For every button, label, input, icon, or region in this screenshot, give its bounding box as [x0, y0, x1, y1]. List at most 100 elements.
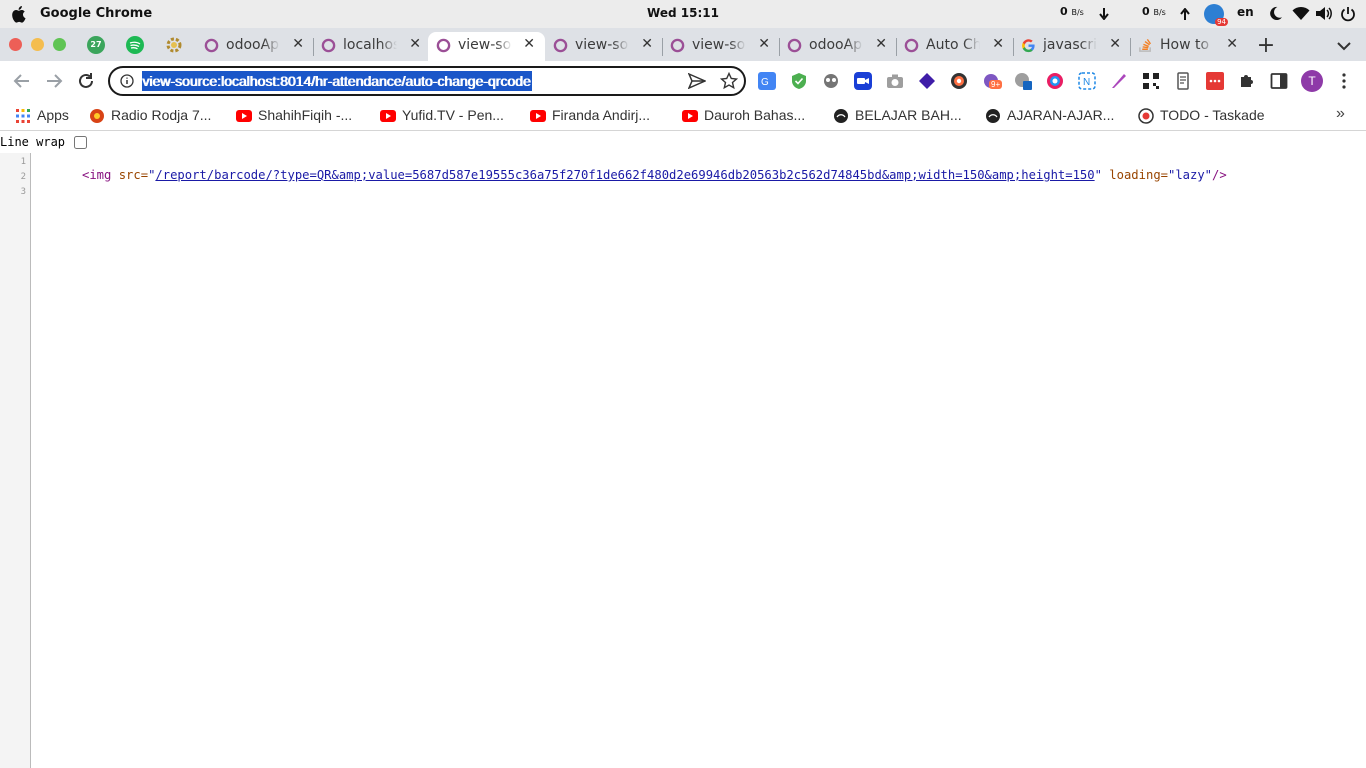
pen-icon[interactable]: [1110, 72, 1128, 90]
tab-7[interactable]: javascri ✕: [1013, 32, 1131, 61]
reload-icon[interactable]: [76, 71, 96, 91]
tag-open: <img: [82, 168, 112, 182]
attr-loading: loading=: [1109, 168, 1168, 182]
tab-5[interactable]: odooAp ✕: [779, 32, 897, 61]
svg-text:G: G: [761, 77, 769, 88]
dark-circle-icon: [834, 109, 848, 123]
pinned-tab-spotify[interactable]: [126, 36, 144, 54]
mask-icon[interactable]: [822, 72, 840, 90]
tab-close-icon[interactable]: ✕: [1226, 36, 1238, 52]
layers-icon[interactable]: [918, 72, 936, 90]
tab-close-icon[interactable]: ✕: [523, 36, 535, 52]
google-translate-icon[interactable]: G: [758, 72, 776, 90]
forward-arrow-icon[interactable]: [44, 71, 64, 91]
odoo-favicon-icon: [204, 38, 219, 53]
youtube-icon: [236, 110, 252, 122]
active-app-name[interactable]: Google Chrome: [40, 6, 152, 21]
side-panel-icon[interactable]: [1270, 72, 1288, 90]
tab-title: How to: [1160, 37, 1210, 53]
profile-avatar[interactable]: T: [1301, 70, 1323, 92]
apps-grid-icon: [16, 109, 30, 123]
tab-close-icon[interactable]: ✕: [292, 36, 304, 52]
svg-text:N: N: [1083, 77, 1090, 88]
spotify-icon: [126, 36, 144, 54]
tab-title: view-so: [692, 37, 746, 53]
tab-close-icon[interactable]: ✕: [992, 36, 1004, 52]
bookmarks-overflow-chevron-icon[interactable]: »: [1336, 105, 1345, 123]
line-wrap-checkbox[interactable]: [74, 136, 87, 149]
new-tab-button[interactable]: +: [1256, 33, 1276, 58]
wifi-icon[interactable]: [1292, 6, 1310, 21]
apple-logo-icon[interactable]: [10, 5, 26, 23]
youtube-icon: [682, 110, 698, 122]
document-icon[interactable]: [1174, 72, 1192, 90]
line-wrap-control: Line wrap: [0, 135, 87, 149]
notification-app-icon[interactable]: 94: [1204, 4, 1228, 26]
tab-strip: 27 odooAp ✕ localhos ✕ view-so ✕ view-so…: [0, 28, 1366, 61]
tab-6[interactable]: Auto Ch ✕: [896, 32, 1014, 61]
night-mode-icon[interactable]: [1268, 6, 1283, 21]
tab-title: view-so: [575, 37, 629, 53]
url-input[interactable]: [142, 71, 662, 91]
tab-title: odooAp: [226, 37, 280, 53]
color-picker-extension[interactable]: 9+: [982, 72, 1003, 90]
line-number-gutter: 1 2 3: [0, 153, 31, 768]
tab-title: localhos: [343, 37, 397, 53]
pinned-tab-whatsapp[interactable]: 27: [87, 36, 105, 54]
back-arrow-icon[interactable]: [12, 71, 32, 91]
youtube-icon: [530, 110, 546, 122]
volume-icon[interactable]: [1315, 6, 1333, 21]
window-maximize-button[interactable]: [53, 38, 66, 51]
tab-close-icon[interactable]: ✕: [875, 36, 887, 52]
tab-close-icon[interactable]: ✕: [758, 36, 770, 52]
shield-icon[interactable]: [790, 72, 808, 90]
send-tab-icon[interactable]: [688, 73, 706, 89]
tab-search-chevron-down-icon[interactable]: [1334, 36, 1354, 56]
tab-close-icon[interactable]: ✕: [409, 36, 421, 52]
pinned-tab-settings[interactable]: [165, 36, 183, 54]
qr-code-icon[interactable]: [1142, 72, 1160, 90]
tab-0[interactable]: odooAp ✕: [196, 32, 314, 61]
tab-3[interactable]: view-so ✕: [545, 32, 663, 61]
window-close-button[interactable]: [9, 38, 22, 51]
odoo-favicon-icon: [670, 38, 685, 53]
site-info-icon[interactable]: [120, 74, 134, 88]
arrow-up-icon: [1180, 8, 1190, 20]
odoo-favicon-icon: [787, 38, 802, 53]
notification-count-badge: 94: [1215, 18, 1228, 26]
tab-1[interactable]: localhos ✕: [313, 32, 431, 61]
window-minimize-button[interactable]: [31, 38, 44, 51]
src-link[interactable]: /report/barcode/?type=QR&amp;value=5687d…: [155, 168, 1094, 182]
menu-kebab-icon[interactable]: [1338, 72, 1350, 90]
dark-circle-icon: [986, 109, 1000, 123]
browser-toolbar: view-source:localhost:8014/hr-attendance…: [0, 61, 1366, 101]
tab-2-active[interactable]: view-so ✕: [428, 32, 545, 61]
power-icon[interactable]: [1340, 6, 1356, 22]
tab-close-icon[interactable]: ✕: [1109, 36, 1121, 52]
odoo-favicon-icon: [904, 38, 919, 53]
loading-value: "lazy": [1168, 168, 1213, 182]
clock-extension-icon[interactable]: [1014, 72, 1032, 90]
odoo-favicon-icon: [553, 38, 568, 53]
google-favicon-icon: [1022, 39, 1035, 53]
record-icon[interactable]: [950, 72, 968, 90]
input-language[interactable]: en: [1237, 5, 1254, 19]
line-number: 3: [20, 187, 26, 197]
pinned-tab-badge: 27: [87, 36, 105, 54]
camera-icon[interactable]: [886, 72, 904, 90]
extensions-puzzle-icon[interactable]: [1238, 72, 1256, 90]
gear-icon: [166, 37, 182, 53]
color-wheel-icon[interactable]: [1046, 72, 1064, 90]
tab-close-icon[interactable]: ✕: [641, 36, 653, 52]
line-wrap-label: Line wrap: [0, 135, 66, 149]
bookmark-star-icon[interactable]: [720, 72, 738, 90]
tab-4[interactable]: view-so ✕: [662, 32, 780, 61]
dots-icon[interactable]: [1206, 72, 1224, 90]
extension-badge: 9+: [989, 80, 1003, 89]
odoo-favicon-icon: [321, 38, 336, 53]
bookmarks-bar: Apps Radio Rodja 7... ShahihFiqih -... Y…: [0, 101, 1366, 131]
video-camera-icon[interactable]: [854, 72, 872, 90]
address-bar[interactable]: view-source:localhost:8014/hr-attendance…: [108, 66, 746, 96]
notion-icon[interactable]: N: [1078, 72, 1096, 90]
tab-8[interactable]: How to ✕: [1130, 32, 1248, 61]
